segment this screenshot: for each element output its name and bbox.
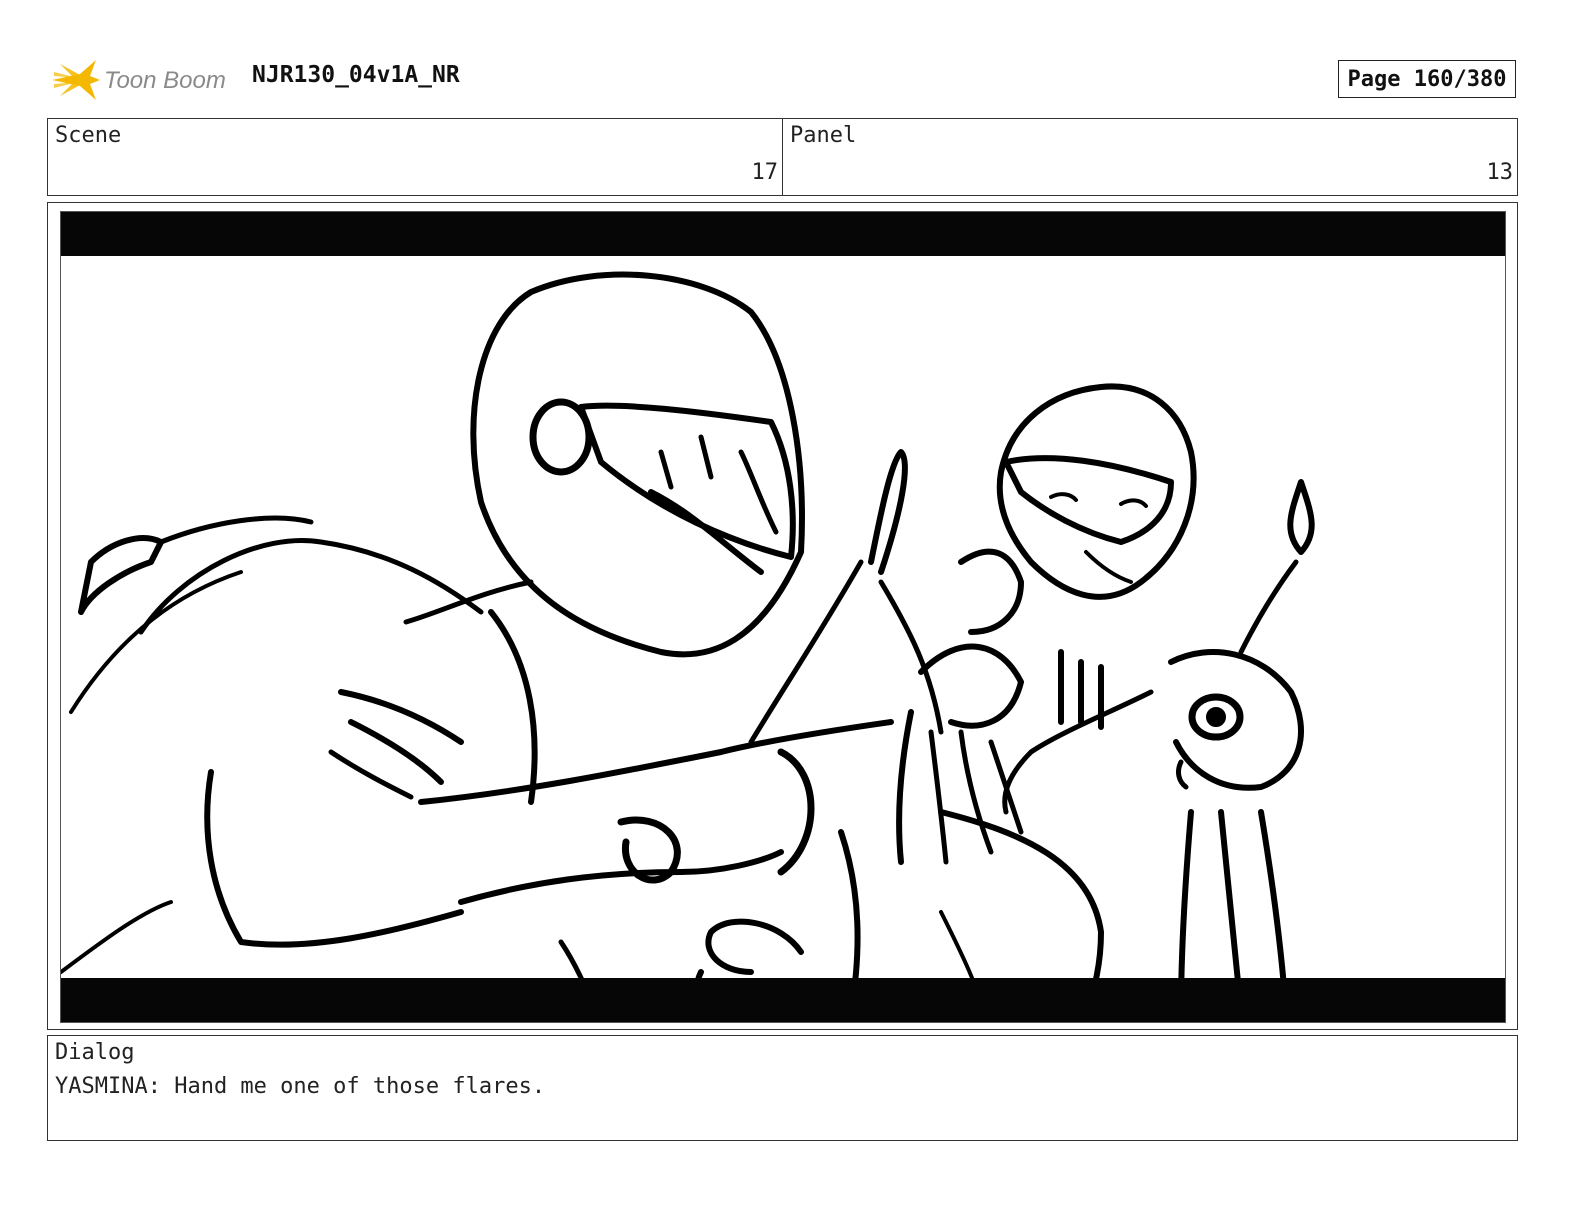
- dialog-box: Dialog YASMINA: Hand me one of those fla…: [47, 1035, 1518, 1141]
- scene-panel-row: Scene 17 Panel 13: [47, 118, 1518, 196]
- storyboard-frame: [47, 202, 1518, 1030]
- panel-canvas: [60, 211, 1506, 1023]
- toon-boom-logo: Toon Boom: [50, 54, 240, 106]
- document-title: NJR130_04v1A_NR: [252, 62, 460, 88]
- scene-cell: Scene 17: [48, 119, 782, 195]
- letterbox-bottom: [61, 978, 1505, 1022]
- scene-number: 17: [751, 160, 779, 185]
- dialog-label: Dialog: [55, 1040, 135, 1065]
- panel-cell: Panel 13: [782, 119, 1517, 195]
- page-indicator: Page 160/380: [1338, 60, 1516, 98]
- storyboard-sketch: [61, 271, 1315, 1022]
- panel-label: Panel: [790, 123, 857, 148]
- letterbox-top: [61, 212, 1505, 256]
- svg-text:Toon Boom: Toon Boom: [104, 67, 226, 94]
- panel-number: 13: [1486, 160, 1514, 185]
- dialog-text: YASMINA: Hand me one of those flares.: [55, 1074, 546, 1099]
- sunburst-star-icon: Toon Boom: [52, 60, 226, 100]
- scene-label: Scene: [55, 123, 122, 148]
